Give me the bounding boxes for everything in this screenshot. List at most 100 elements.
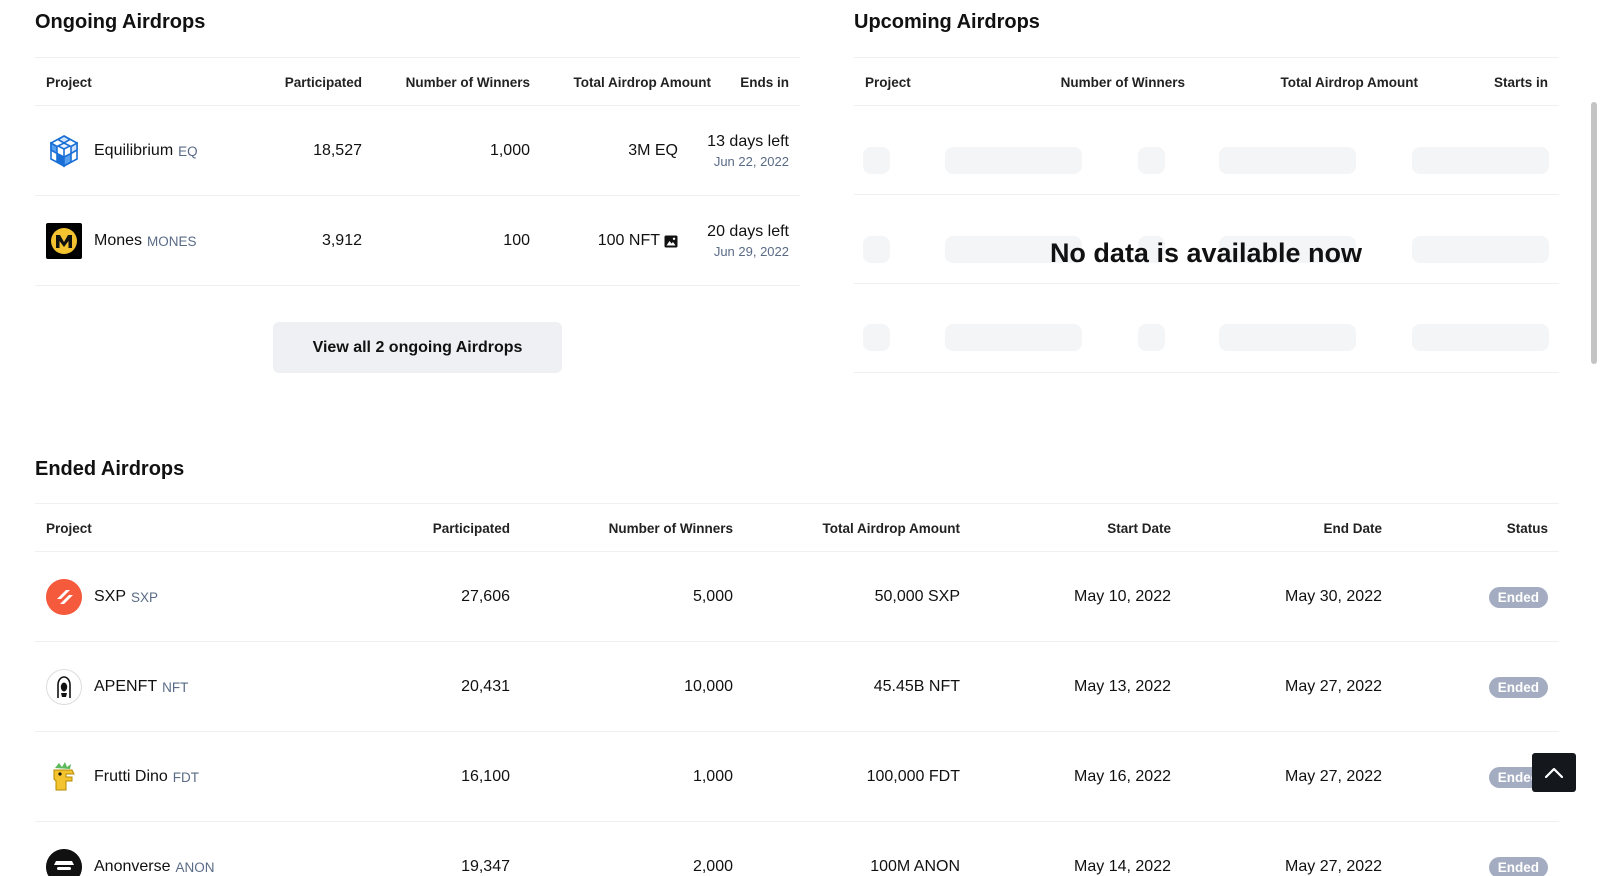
- ongoing-airdrops-title: Ongoing Airdrops: [35, 11, 206, 33]
- amount-cell: 100 NFT: [598, 196, 678, 286]
- participated-value: 18,527: [313, 142, 362, 159]
- skeleton-placeholder: [1219, 147, 1356, 174]
- rounded-corner-mask: [0, 864, 12, 876]
- start-date-value: May 10, 2022: [1074, 588, 1171, 605]
- participated-value: 19,347: [461, 858, 510, 875]
- project-cell: SXP SXP: [46, 552, 158, 642]
- table-header: Project Participated Number of Winners T…: [35, 503, 1559, 552]
- status-badge: Ended: [1488, 856, 1548, 876]
- ends-in-cell: 13 days left Jun 22, 2022: [707, 106, 789, 196]
- sxp-logo-icon: [46, 579, 82, 615]
- table-row[interactable]: Equilibrium EQ 18,527 1,000 3M EQ 13 day…: [35, 106, 800, 196]
- skeleton-placeholder: [945, 147, 1082, 174]
- header-number-of-winners: Number of Winners: [608, 521, 733, 536]
- status-badge: Ended: [1488, 676, 1548, 698]
- skeleton-placeholder: [863, 236, 890, 263]
- ended-airdrops-table: Project Participated Number of Winners T…: [35, 503, 1559, 876]
- skeleton-placeholder: [1412, 236, 1549, 263]
- project-name[interactable]: APENFT: [94, 678, 157, 696]
- project-cell: Frutti Dino FDT: [46, 732, 199, 822]
- view-all-ongoing-button[interactable]: View all 2 ongoing Airdrops: [273, 322, 562, 373]
- amount-value: 100M ANON: [870, 858, 960, 875]
- table-row[interactable]: Frutti Dino FDT 16,100 1,000 100,000 FDT…: [35, 732, 1559, 822]
- anonverse-logo-icon: [46, 849, 82, 876]
- table-row[interactable]: APENFT NFT 20,431 10,000 45.45B NFT May …: [35, 642, 1559, 732]
- header-project: Project: [865, 75, 911, 90]
- amount-value: 45.45B NFT: [873, 678, 960, 695]
- project-name[interactable]: Equilibrium: [94, 142, 173, 160]
- header-project: Project: [46, 521, 92, 536]
- header-end-date: End Date: [1323, 521, 1382, 536]
- skeleton-placeholder: [863, 324, 890, 351]
- participated-value: 16,100: [461, 768, 510, 785]
- project-cell: Anonverse ANON: [46, 822, 215, 876]
- end-date-value: May 27, 2022: [1285, 768, 1382, 785]
- header-total-airdrop-amount: Total Airdrop Amount: [822, 521, 960, 536]
- equilibrium-cube-logo-icon: [46, 133, 82, 169]
- table-row[interactable]: Anonverse ANON 19,347 2,000 100M ANON Ma…: [35, 822, 1559, 876]
- header-participated: Participated: [284, 75, 362, 90]
- project-symbol: MONES: [147, 233, 197, 249]
- status-cell: Ended: [1488, 822, 1548, 876]
- header-project: Project: [46, 75, 92, 90]
- project-name[interactable]: Mones: [94, 232, 142, 250]
- project-name[interactable]: Frutti Dino: [94, 768, 168, 786]
- header-total-airdrop-amount: Total Airdrop Amount: [1280, 75, 1418, 90]
- project-name[interactable]: SXP: [94, 588, 126, 606]
- header-start-date: Start Date: [1107, 521, 1171, 536]
- mones-m-logo-icon: [46, 223, 82, 259]
- end-date: Jun 22, 2022: [713, 154, 789, 169]
- upcoming-airdrops-title: Upcoming Airdrops: [854, 11, 1040, 33]
- skeleton-placeholder: [1412, 324, 1549, 351]
- winners-value: 2,000: [692, 858, 733, 875]
- project-symbol: ANON: [175, 859, 215, 875]
- rounded-corner-mask: [1588, 864, 1600, 876]
- start-date-value: May 14, 2022: [1074, 858, 1171, 875]
- skeleton-placeholder: [1219, 324, 1356, 351]
- skeleton-placeholder: [945, 324, 1082, 351]
- project-cell: APENFT NFT: [46, 642, 188, 732]
- end-date-value: May 30, 2022: [1285, 588, 1382, 605]
- no-data-message: No data is available now: [1049, 238, 1363, 268]
- skeleton-placeholder: [863, 147, 890, 174]
- header-number-of-winners: Number of Winners: [1060, 75, 1185, 90]
- status-cell: Ended: [1488, 642, 1548, 732]
- skeleton-placeholder: [1412, 147, 1549, 174]
- header-starts-in: Starts in: [1493, 75, 1548, 90]
- project-symbol: SXP: [131, 589, 159, 605]
- days-left: 20 days left: [707, 223, 789, 240]
- frutti-dino-logo-icon: [46, 759, 82, 795]
- project-symbol: FDT: [172, 769, 200, 785]
- end-date: Jun 29, 2022: [713, 244, 789, 259]
- status-badge: Ended: [1488, 586, 1548, 608]
- start-date-value: May 16, 2022: [1074, 768, 1171, 785]
- table-row[interactable]: SXP SXP 27,606 5,000 50,000 SXP May 10, …: [35, 552, 1559, 642]
- header-total-airdrop-amount: Total Airdrop Amount: [573, 75, 711, 90]
- table-row[interactable]: Mones MONES 3,912 100 100 NFT 20 days le…: [35, 196, 800, 286]
- ends-in-cell: 20 days left Jun 29, 2022: [707, 196, 789, 286]
- winners-value: 1,000: [489, 142, 530, 159]
- amount-value: 3M EQ: [628, 142, 678, 159]
- project-symbol: NFT: [162, 679, 189, 695]
- amount-value: 50,000 SXP: [874, 588, 960, 605]
- amount-value: 100,000 FDT: [866, 768, 960, 785]
- table-header: Project Number of Winners Total Airdrop …: [854, 57, 1559, 106]
- winners-value: 1,000: [692, 768, 733, 785]
- project-name[interactable]: Anonverse: [94, 858, 171, 876]
- apenft-logo-icon: [46, 669, 82, 705]
- project-symbol: EQ: [178, 143, 198, 159]
- participated-value: 20,431: [461, 678, 510, 695]
- amount-value: 100 NFT: [597, 232, 660, 249]
- table-header: Project Participated Number of Winners T…: [35, 57, 800, 106]
- project-cell: Equilibrium EQ: [46, 106, 198, 196]
- days-left: 13 days left: [707, 133, 789, 150]
- winners-value: 10,000: [684, 678, 733, 695]
- start-date-value: May 13, 2022: [1074, 678, 1171, 695]
- scrollbar-thumb[interactable]: [1591, 102, 1597, 364]
- scroll-to-top-button[interactable]: [1532, 753, 1576, 792]
- header-status: Status: [1506, 521, 1548, 536]
- header-ends-in: Ends in: [740, 75, 789, 90]
- participated-value: 3,912: [321, 232, 362, 249]
- ended-airdrops-title: Ended Airdrops: [35, 458, 185, 480]
- skeleton-placeholder: [1138, 324, 1165, 351]
